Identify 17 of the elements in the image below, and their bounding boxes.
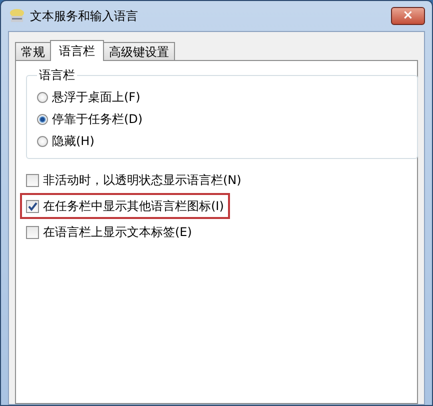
tab[interactable]: 高级键设置 (103, 42, 175, 60)
checkbox[interactable] (26, 174, 39, 186)
tab[interactable]: 语言栏 (50, 40, 104, 61)
checkbox-label: 非活动时，以透明状态显示语言栏(N) (43, 172, 242, 188)
tab[interactable]: 常规 (15, 42, 51, 60)
radio-label: 悬浮于桌面上(F) (52, 88, 140, 106)
checkbox[interactable] (26, 226, 39, 238)
checkbox[interactable] (26, 200, 39, 212)
radio-label: 停靠于任务栏(D) (52, 110, 143, 128)
radio-label: 隐藏(H) (52, 132, 94, 150)
checkbox-label: 在语言栏上显示文本标签(E) (43, 224, 192, 240)
window-title: 文本服务和输入语言 (30, 8, 138, 24)
radio-button[interactable] (37, 114, 48, 124)
group-title: 语言栏 (38, 67, 76, 84)
radio-button[interactable] (37, 136, 48, 146)
checkbox-label: 在任务栏中显示其他语言栏图标(I) (43, 198, 224, 214)
radio-button[interactable] (37, 92, 48, 102)
